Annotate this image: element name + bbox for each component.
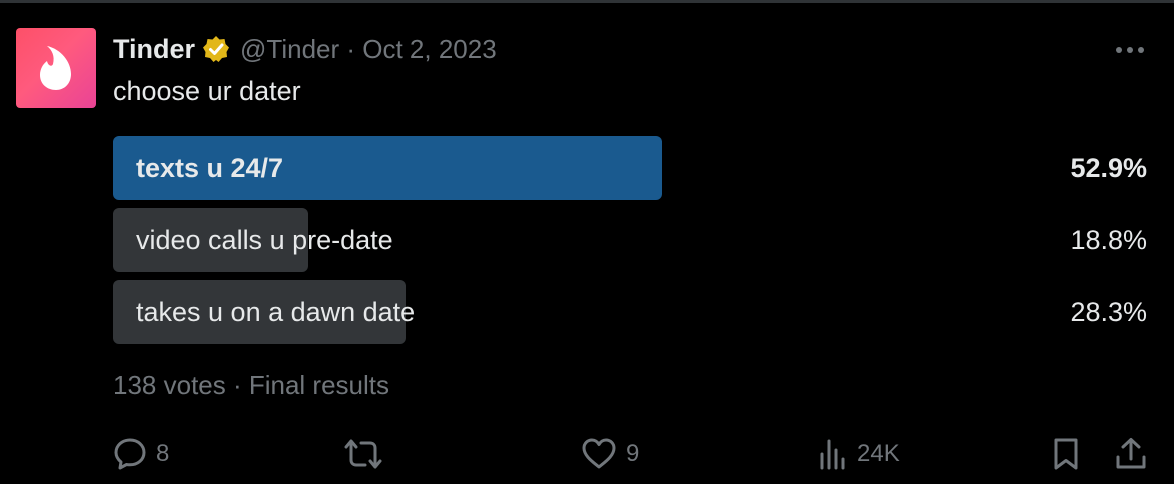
- poll-option-percent: 52.9%: [1070, 153, 1147, 183]
- tweet-header: Tinder @Tinder · Oct 2, 2023: [113, 33, 497, 65]
- poll-option[interactable]: video calls u pre-date 18.8%: [113, 208, 1150, 272]
- share-button[interactable]: [1114, 434, 1148, 474]
- retweet-icon: [344, 439, 382, 469]
- bookmark-icon: [1054, 438, 1078, 470]
- action-bar: 8 9 24K: [113, 434, 1150, 474]
- poll-option-label: video calls u pre-date: [136, 225, 393, 255]
- top-divider: [0, 0, 1174, 3]
- views-icon: [820, 439, 845, 470]
- reply-icon: [114, 438, 146, 470]
- poll-option[interactable]: takes u on a dawn date 28.3%: [113, 280, 1150, 344]
- more-icon[interactable]: [1110, 36, 1150, 64]
- handle-and-date[interactable]: @Tinder · Oct 2, 2023: [240, 34, 497, 65]
- poll-option-label: texts u 24/7: [136, 153, 284, 183]
- views-count: 24K: [857, 440, 900, 467]
- share-icon: [1116, 438, 1146, 469]
- poll-summary: 138 votes · Final results: [113, 370, 390, 400]
- like-button[interactable]: 9: [581, 434, 639, 474]
- retweet-button[interactable]: [343, 434, 383, 474]
- poll-option-percent: 28.3%: [1070, 297, 1147, 327]
- like-count: 9: [626, 440, 640, 467]
- author-name[interactable]: Tinder: [113, 34, 195, 65]
- bookmark-button[interactable]: [1051, 434, 1081, 474]
- poll: texts u 24/7 52.9% video calls u pre-dat…: [113, 136, 1150, 352]
- poll-option-label: takes u on a dawn date: [136, 297, 416, 327]
- reply-button[interactable]: 8: [113, 434, 169, 474]
- verified-badge-icon: [202, 35, 230, 63]
- views-button[interactable]: 24K: [818, 434, 900, 474]
- avatar[interactable]: [16, 28, 96, 108]
- poll-option[interactable]: texts u 24/7 52.9%: [113, 136, 1150, 200]
- poll-option-percent: 18.8%: [1070, 225, 1147, 255]
- like-icon: [582, 438, 616, 469]
- tinder-flame-icon: [40, 46, 71, 90]
- reply-count: 8: [156, 440, 170, 467]
- tweet-text: choose ur dater: [113, 76, 301, 106]
